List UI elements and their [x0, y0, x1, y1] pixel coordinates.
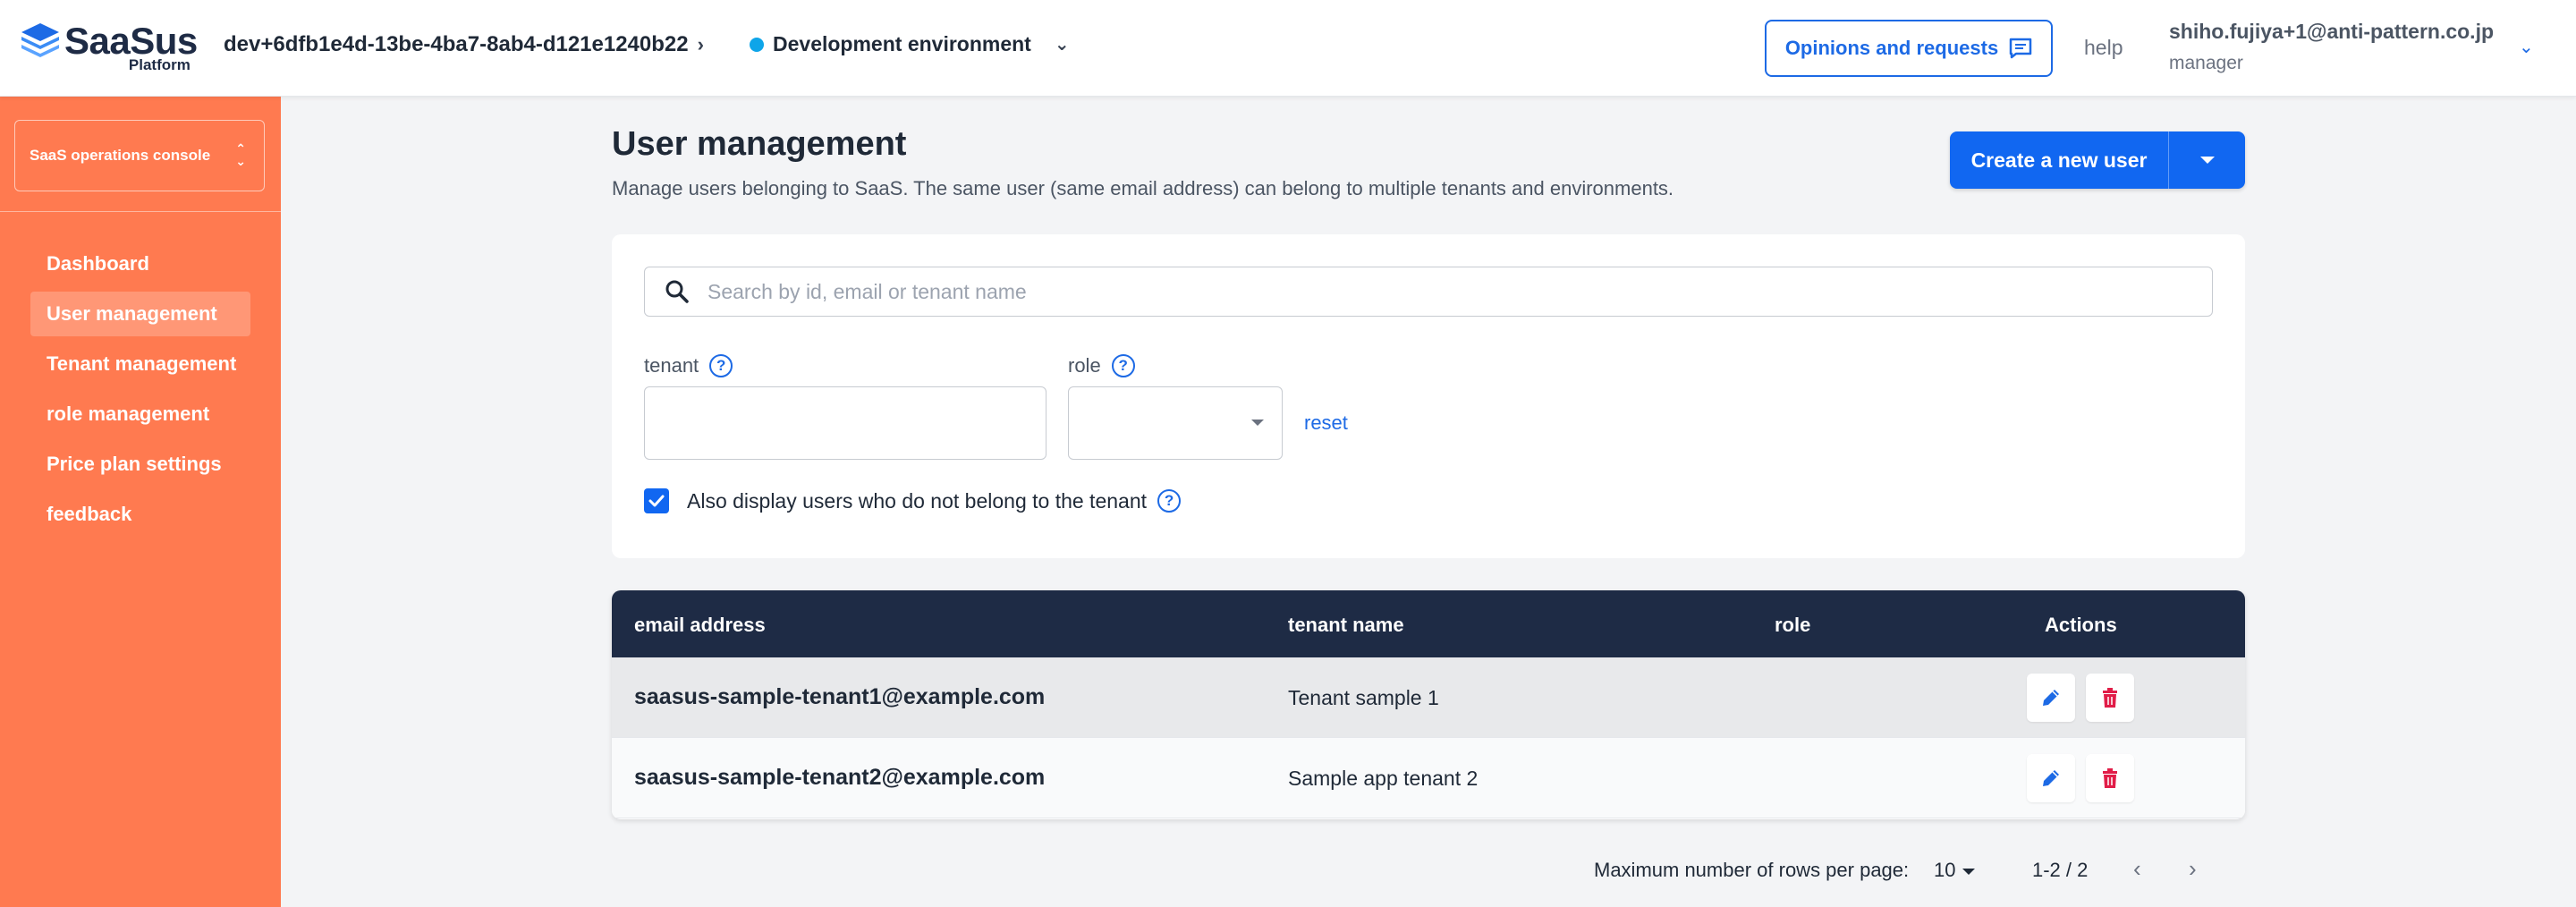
pencil-icon [2043, 770, 2059, 786]
environment-id: dev+6dfb1e4d-13be-4ba7-8ab4-d121e1240b22 [224, 32, 689, 56]
table-row[interactable]: saasus-sample-tenant2@example.com Sample… [612, 738, 2245, 818]
table-header: email address tenant name role Actions [612, 590, 2245, 657]
user-menu[interactable]: shiho.fujiya+1@anti-pattern.co.jp manage… [2169, 20, 2494, 74]
sidebar: SaaS operations console ⌃ ⌄ Dashboard Use… [0, 97, 281, 907]
caret-down-icon [2199, 157, 2215, 164]
tenant-filter-input[interactable] [644, 386, 1046, 460]
sidebar-item-role-management[interactable]: role management [30, 392, 250, 437]
column-header-actions: Actions [2045, 614, 2117, 636]
pagination-range: 1-2 / 2 [2032, 859, 2089, 881]
search-input[interactable] [708, 279, 2139, 304]
logo-name: SaaSus [64, 20, 198, 62]
chevron-down-icon: ⌄ [1054, 35, 1070, 55]
filter-panel: tenant ? role ? reset Also display users… [612, 234, 2245, 558]
role-filter-select[interactable] [1068, 386, 1283, 460]
rows-per-page-value: 10 [1934, 859, 1956, 881]
sidebar-item-tenant-management[interactable]: Tenant management [30, 342, 250, 386]
user-role: manager [2169, 53, 2243, 73]
top-header: SaaSus Platform dev+6dfb1e4d-13be-4ba7-8… [0, 0, 2576, 97]
user-email-cell: saasus-sample-tenant1@example.com [634, 684, 1046, 709]
previous-page-button[interactable]: ‹ [2133, 855, 2141, 883]
trash-icon [2103, 768, 2117, 788]
user-menu-chevron-icon[interactable]: ⌄ [2519, 36, 2534, 58]
reset-filters-link[interactable]: reset [1304, 411, 1348, 435]
sidebar-item-feedback[interactable]: feedback [30, 492, 250, 537]
sidebar-item-price-plan-settings[interactable]: Price plan settings [30, 442, 250, 487]
help-circle-icon[interactable]: ? [709, 354, 733, 377]
column-header-role[interactable]: role [1775, 614, 1810, 637]
page-description: Manage users belonging to SaaS. The same… [612, 177, 1674, 199]
pencil-icon [2043, 690, 2059, 706]
delete-user-button[interactable] [2086, 754, 2134, 802]
console-selector-label: SaaS operations console [30, 147, 211, 164]
logo-layers-icon [21, 23, 59, 57]
checkbox-label: Also display users who do not belong to … [687, 488, 1148, 513]
chevron-right-icon: › [697, 33, 704, 55]
help-link[interactable]: help [2084, 36, 2123, 60]
sidebar-divider [0, 211, 281, 212]
saasus-logo[interactable]: SaaSus Platform [20, 21, 198, 73]
column-header-tenant[interactable]: tenant name [1288, 614, 1404, 637]
message-icon [2009, 38, 2032, 59]
environment-selector[interactable]: Development environment ⌄ [750, 32, 1070, 56]
next-page-button[interactable]: › [2189, 855, 2197, 883]
non-tenant-users-toggle: Also display users who do not belong to … [644, 488, 1182, 513]
create-user-button-group: Create a new user [1950, 131, 2245, 189]
user-email: shiho.fujiya+1@anti-pattern.co.jp [2169, 20, 2495, 43]
role-filter-label: role ? [1068, 354, 1135, 377]
caret-down-icon [1962, 868, 1976, 875]
opinions-requests-label: Opinions and requests [1784, 37, 1999, 59]
table-row[interactable]: saasus-sample-tenant1@example.com Tenant… [612, 657, 2245, 738]
tenant-label-text: tenant [644, 354, 699, 377]
checkmark-icon [648, 495, 665, 507]
trash-icon [2103, 688, 2117, 708]
logo-subtitle: Platform [128, 56, 191, 73]
environment-status-dot [750, 37, 764, 52]
help-circle-icon[interactable]: ? [1157, 489, 1182, 513]
help-circle-icon[interactable]: ? [1111, 354, 1135, 377]
rows-per-page-select[interactable]: 10 [1934, 859, 1976, 882]
user-email-cell: saasus-sample-tenant2@example.com [634, 765, 1046, 790]
console-selector[interactable]: SaaS operations console ⌃ ⌄ [14, 120, 265, 191]
edit-user-button[interactable] [2027, 674, 2075, 722]
search-icon [665, 280, 689, 303]
tenant-name-cell: Tenant sample 1 [1288, 686, 1439, 709]
sidebar-item-user-management[interactable]: User management [30, 292, 250, 336]
opinions-requests-button[interactable]: Opinions and requests [1765, 20, 2053, 77]
tenant-name-cell: Sample app tenant 2 [1288, 767, 1479, 790]
edit-user-button[interactable] [2027, 754, 2075, 802]
delete-user-button[interactable] [2086, 674, 2134, 722]
caret-down-icon [1251, 420, 1264, 426]
create-user-button[interactable]: Create a new user [1950, 148, 2168, 173]
role-label-text: role [1068, 354, 1101, 377]
sidebar-nav: Dashboard User management Tenant managem… [30, 242, 250, 542]
search-field[interactable] [644, 267, 2213, 317]
create-user-dropdown-button[interactable] [2169, 157, 2245, 164]
environment-name: Development environment [773, 32, 1031, 55]
sidebar-item-dashboard[interactable]: Dashboard [30, 242, 250, 286]
users-table: email address tenant name role Actions s… [612, 590, 2245, 819]
updown-chevron-icon: ⌃ ⌄ [235, 141, 246, 168]
include-non-tenant-users-checkbox[interactable] [644, 488, 669, 513]
environment-id-breadcrumb[interactable]: dev+6dfb1e4d-13be-4ba7-8ab4-d121e1240b22… [224, 32, 704, 57]
tenant-filter-label: tenant ? [644, 354, 733, 377]
rows-per-page-label: Maximum number of rows per page: [1594, 859, 1910, 881]
page-title: User management [612, 125, 907, 163]
column-header-email[interactable]: email address [634, 614, 766, 637]
